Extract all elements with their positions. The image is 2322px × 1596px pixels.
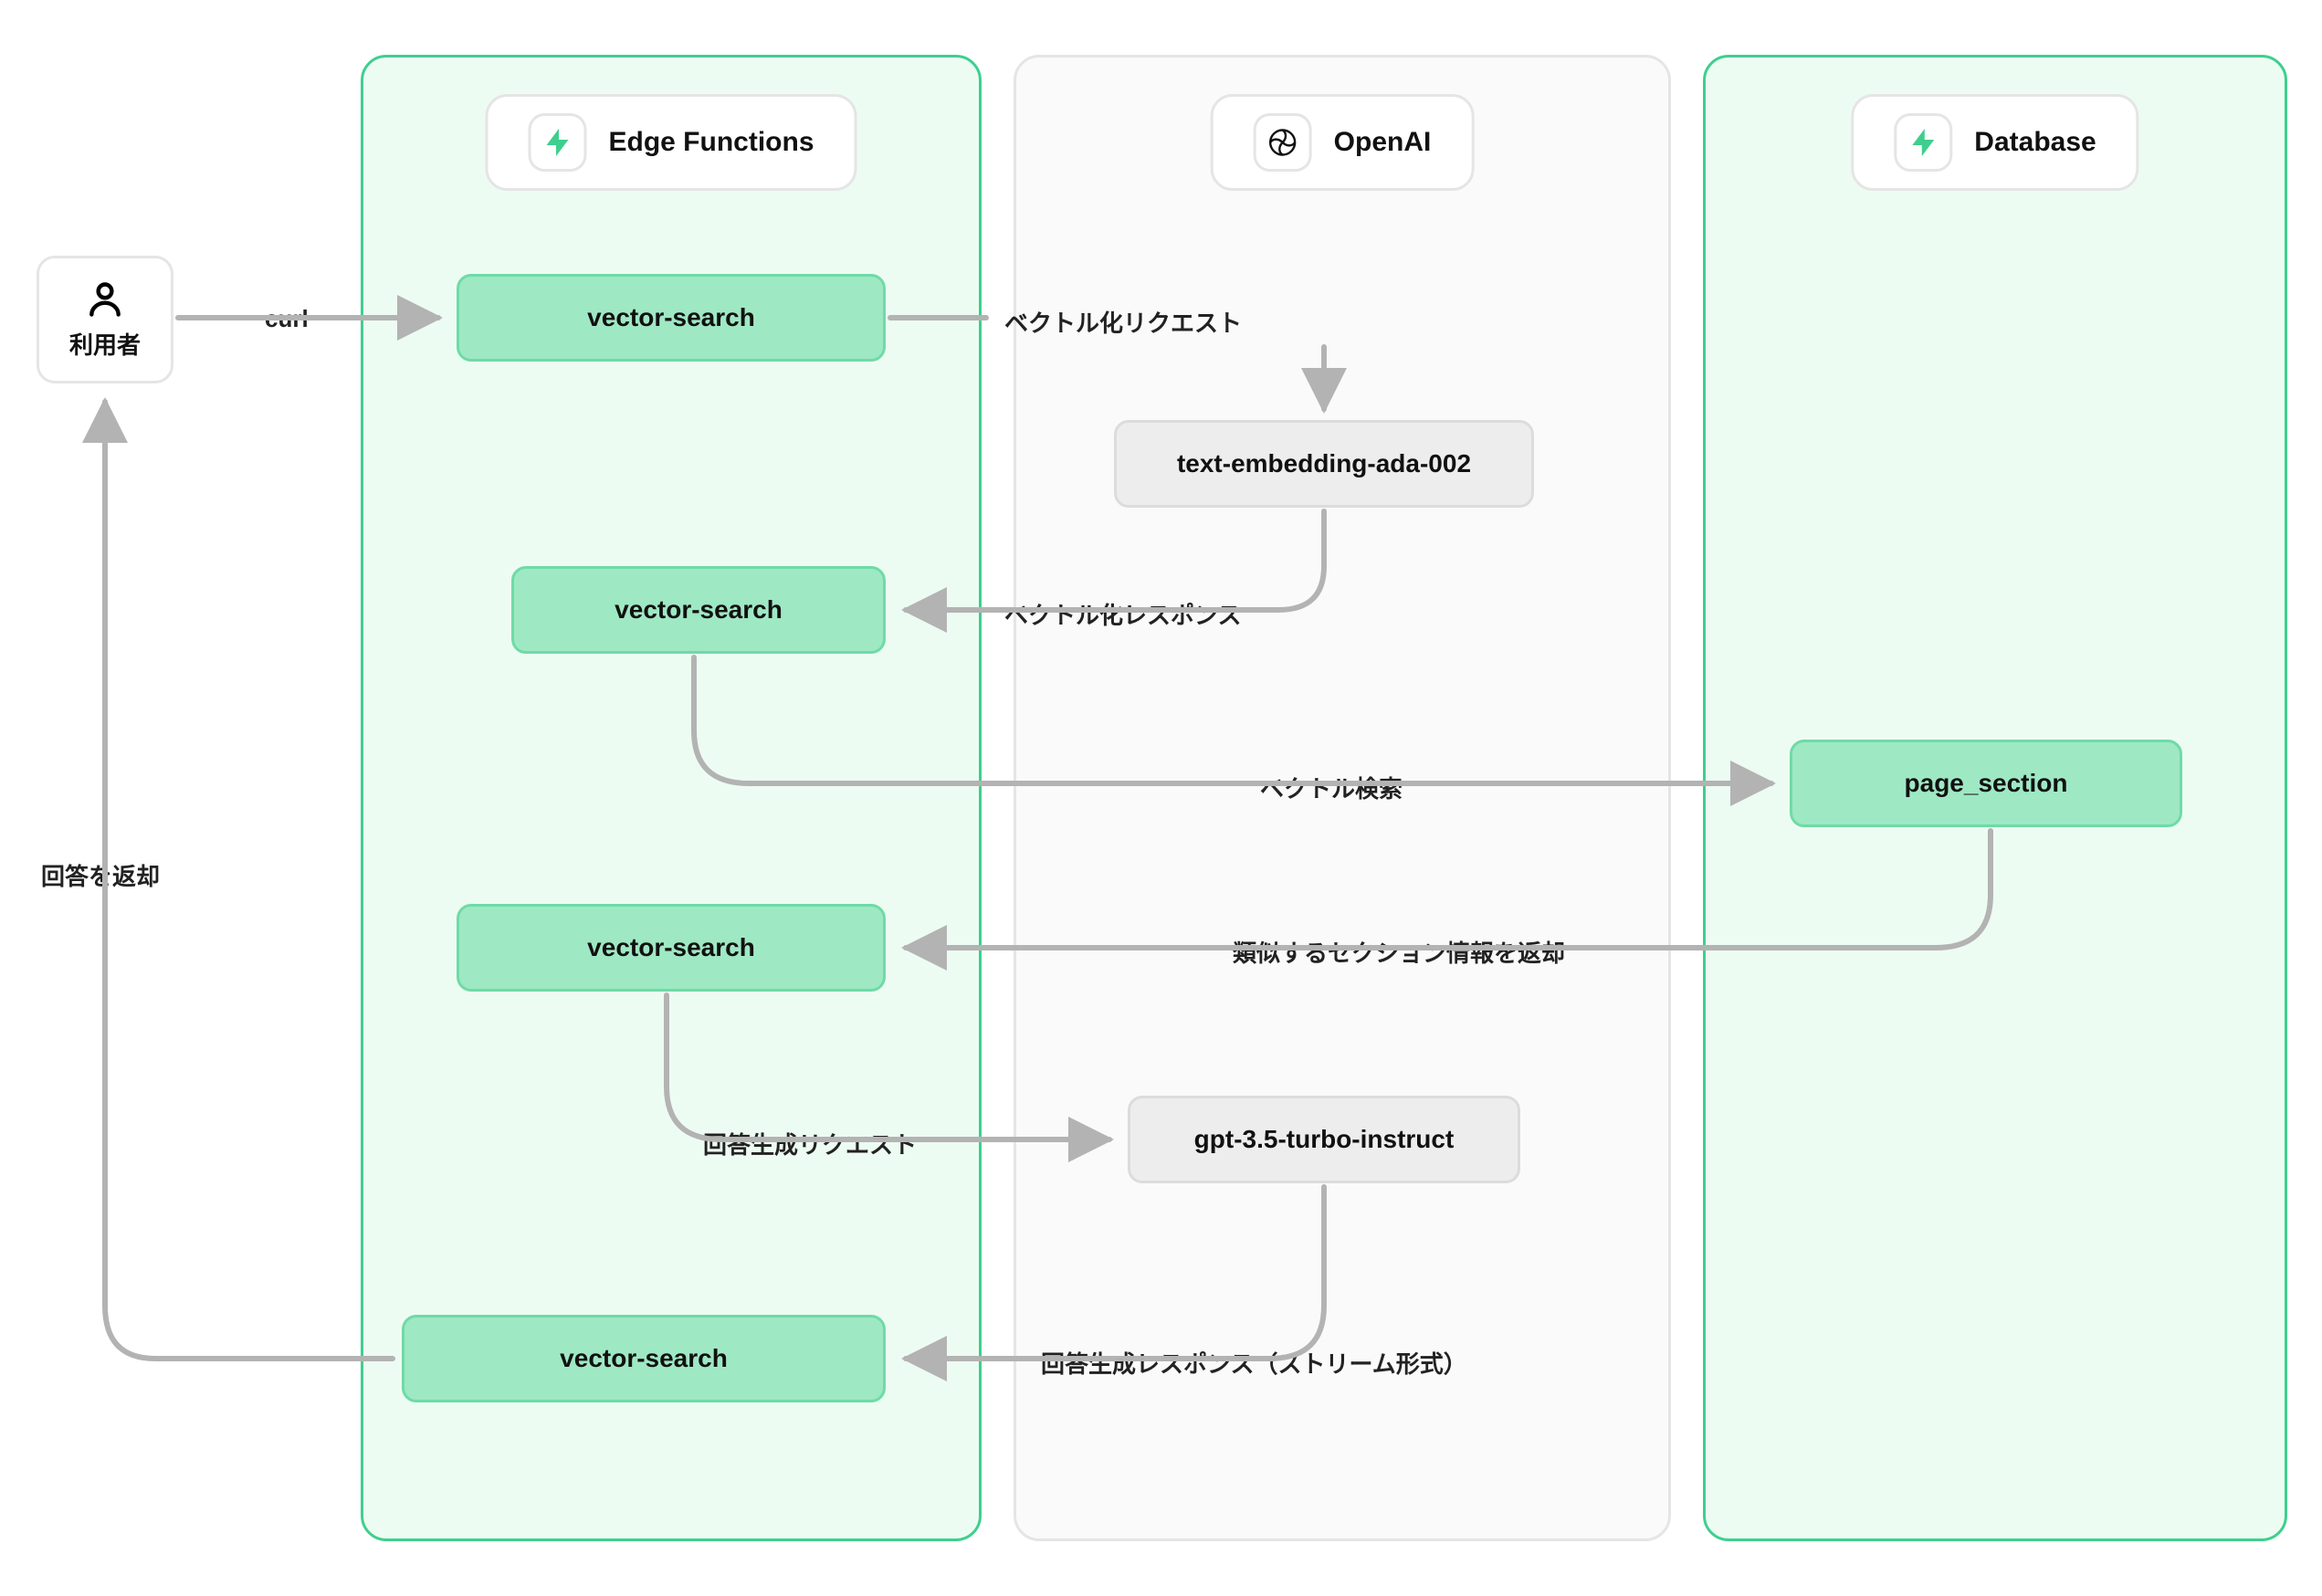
diagram: 利用者 Edge Functions OpenAI Databas (0, 0, 2322, 1596)
edges-svg (0, 0, 2322, 1596)
